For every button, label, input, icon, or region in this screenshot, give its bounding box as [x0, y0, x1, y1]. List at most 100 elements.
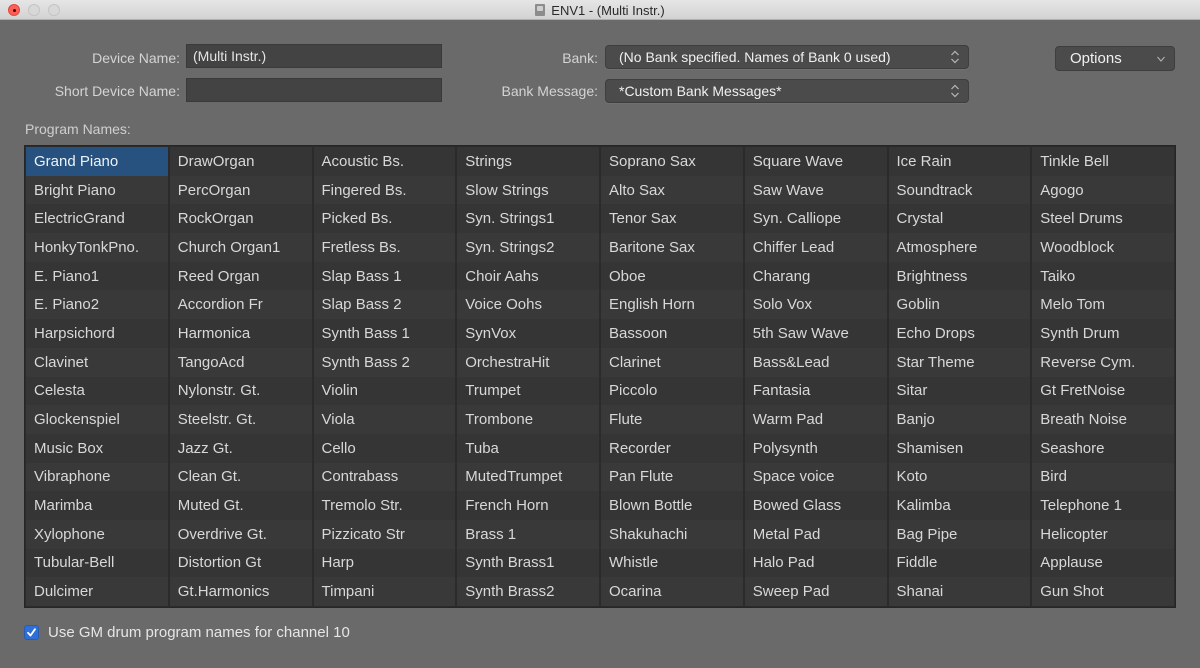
program-name-cell[interactable]: Soundtrack — [888, 175, 1031, 205]
program-name-cell[interactable]: Fingered Bs. — [313, 175, 456, 205]
program-name-cell[interactable]: Cello — [313, 433, 456, 463]
program-name-cell[interactable]: Timpani — [313, 577, 456, 606]
program-name-cell[interactable]: Xylophone — [26, 519, 168, 549]
program-name-cell[interactable]: Syn. Strings2 — [457, 233, 599, 262]
program-name-cell[interactable]: PercOrgan — [169, 175, 312, 205]
program-name-cell[interactable]: Chiffer Lead — [744, 233, 887, 262]
program-name-cell[interactable]: Strings — [457, 147, 599, 176]
program-name-cell[interactable]: Breath Noise — [1032, 405, 1174, 434]
program-name-cell[interactable]: French Horn — [457, 491, 599, 520]
program-name-cell[interactable]: Viola — [313, 405, 456, 434]
program-name-cell[interactable]: Accordion Fr — [169, 290, 312, 320]
program-name-cell[interactable]: Distortion Gt — [169, 548, 312, 578]
program-name-cell[interactable]: Polysynth — [744, 433, 887, 463]
program-name-cell[interactable]: Harpsichord — [26, 319, 168, 348]
program-name-cell[interactable]: Banjo — [888, 405, 1031, 434]
program-name-cell[interactable]: Solo Vox — [744, 290, 887, 320]
program-name-cell[interactable]: Celesta — [26, 376, 168, 406]
program-name-cell[interactable]: Gt.Harmonics — [169, 577, 312, 606]
gm-drum-names-checkbox[interactable] — [24, 625, 39, 640]
gm-drum-names-option[interactable]: Use GM drum program names for channel 10 — [24, 624, 350, 641]
program-name-cell[interactable]: Syn. Calliope — [744, 204, 887, 234]
program-name-cell[interactable]: Kalimba — [888, 491, 1031, 520]
program-name-cell[interactable]: Fiddle — [888, 548, 1031, 578]
program-name-cell[interactable]: Applause — [1032, 548, 1174, 578]
program-name-cell[interactable]: Whistle — [601, 548, 743, 578]
program-name-cell[interactable]: Pizzicato Str — [313, 519, 456, 549]
program-name-cell[interactable]: Steel Drums — [1032, 204, 1174, 234]
program-name-cell[interactable]: Brightness — [888, 261, 1031, 291]
program-name-cell[interactable]: Fretless Bs. — [313, 233, 456, 262]
program-name-cell[interactable]: Bag Pipe — [888, 519, 1031, 549]
bank-message-popup[interactable]: *Custom Bank Messages* — [605, 79, 969, 103]
program-name-cell[interactable]: Gt FretNoise — [1032, 376, 1174, 406]
program-name-cell[interactable]: Muted Gt. — [169, 491, 312, 520]
program-name-cell[interactable]: Goblin — [888, 290, 1031, 320]
program-name-cell[interactable]: Alto Sax — [601, 175, 743, 205]
bank-popup[interactable]: (No Bank specified. Names of Bank 0 used… — [605, 45, 969, 69]
program-name-cell[interactable]: Oboe — [601, 261, 743, 291]
program-name-cell[interactable]: Space voice — [744, 462, 887, 492]
program-name-cell[interactable]: Picked Bs. — [313, 204, 456, 234]
program-name-cell[interactable]: 5th Saw Wave — [744, 319, 887, 348]
device-name-field[interactable] — [186, 44, 442, 68]
program-name-cell[interactable]: E. Piano1 — [26, 261, 168, 291]
program-name-cell[interactable]: Shanai — [888, 577, 1031, 606]
program-name-cell[interactable]: Music Box — [26, 433, 168, 463]
program-name-cell[interactable]: Telephone 1 — [1032, 491, 1174, 520]
program-name-cell[interactable]: Glockenspiel — [26, 405, 168, 434]
program-name-cell[interactable]: Reverse Cym. — [1032, 347, 1174, 377]
program-name-cell[interactable]: Soprano Sax — [601, 147, 743, 176]
program-name-cell[interactable]: Synth Bass 2 — [313, 347, 456, 377]
program-name-cell[interactable]: Bowed Glass — [744, 491, 887, 520]
program-name-cell[interactable]: Syn. Strings1 — [457, 204, 599, 234]
program-name-cell[interactable]: MutedTrumpet — [457, 462, 599, 492]
program-name-cell[interactable]: Trombone — [457, 405, 599, 434]
program-name-cell[interactable]: Koto — [888, 462, 1031, 492]
program-name-cell[interactable]: Bird — [1032, 462, 1174, 492]
program-name-cell[interactable]: Melo Tom — [1032, 290, 1174, 320]
program-name-cell[interactable]: Steelstr. Gt. — [169, 405, 312, 434]
program-name-cell[interactable]: Bright Piano — [26, 175, 168, 205]
program-name-cell[interactable]: Dulcimer — [26, 577, 168, 606]
program-name-cell[interactable]: Echo Drops — [888, 319, 1031, 348]
program-name-cell[interactable]: Grand Piano — [26, 147, 168, 176]
program-name-cell[interactable]: Warm Pad — [744, 405, 887, 434]
program-name-cell[interactable]: Atmosphere — [888, 233, 1031, 262]
program-name-cell[interactable]: Ocarina — [601, 577, 743, 606]
program-name-cell[interactable]: Piccolo — [601, 376, 743, 406]
program-name-cell[interactable]: Voice Oohs — [457, 290, 599, 320]
program-name-cell[interactable]: Agogo — [1032, 175, 1174, 205]
program-name-cell[interactable]: Acoustic Bs. — [313, 147, 456, 176]
program-name-cell[interactable]: SynVox — [457, 319, 599, 348]
program-name-cell[interactable]: RockOrgan — [169, 204, 312, 234]
program-name-cell[interactable]: Star Theme — [888, 347, 1031, 377]
program-name-cell[interactable]: OrchestraHit — [457, 347, 599, 377]
program-name-cell[interactable]: Gun Shot — [1032, 577, 1174, 606]
program-name-cell[interactable]: Ice Rain — [888, 147, 1031, 176]
program-name-cell[interactable]: Clean Gt. — [169, 462, 312, 492]
program-name-cell[interactable]: Synth Drum — [1032, 319, 1174, 348]
program-name-cell[interactable]: Metal Pad — [744, 519, 887, 549]
program-name-cell[interactable]: Reed Organ — [169, 261, 312, 291]
program-name-cell[interactable]: Marimba — [26, 491, 168, 520]
program-name-cell[interactable]: Contrabass — [313, 462, 456, 492]
program-name-cell[interactable]: Square Wave — [744, 147, 887, 176]
program-name-cell[interactable]: Woodblock — [1032, 233, 1174, 262]
program-name-cell[interactable]: Trumpet — [457, 376, 599, 406]
program-name-cell[interactable]: TangoAcd — [169, 347, 312, 377]
program-name-cell[interactable]: Church Organ1 — [169, 233, 312, 262]
program-name-cell[interactable]: Shakuhachi — [601, 519, 743, 549]
program-name-cell[interactable]: Pan Flute — [601, 462, 743, 492]
options-button[interactable]: Options — [1055, 46, 1175, 71]
program-name-cell[interactable]: Seashore — [1032, 433, 1174, 463]
program-name-cell[interactable]: Flute — [601, 405, 743, 434]
program-name-cell[interactable]: Bassoon — [601, 319, 743, 348]
program-name-cell[interactable]: Brass 1 — [457, 519, 599, 549]
program-name-cell[interactable]: Sitar — [888, 376, 1031, 406]
program-name-cell[interactable]: Fantasia — [744, 376, 887, 406]
program-name-cell[interactable]: Crystal — [888, 204, 1031, 234]
short-device-name-field[interactable] — [186, 78, 442, 102]
program-name-cell[interactable]: Jazz Gt. — [169, 433, 312, 463]
program-name-cell[interactable]: Charang — [744, 261, 887, 291]
